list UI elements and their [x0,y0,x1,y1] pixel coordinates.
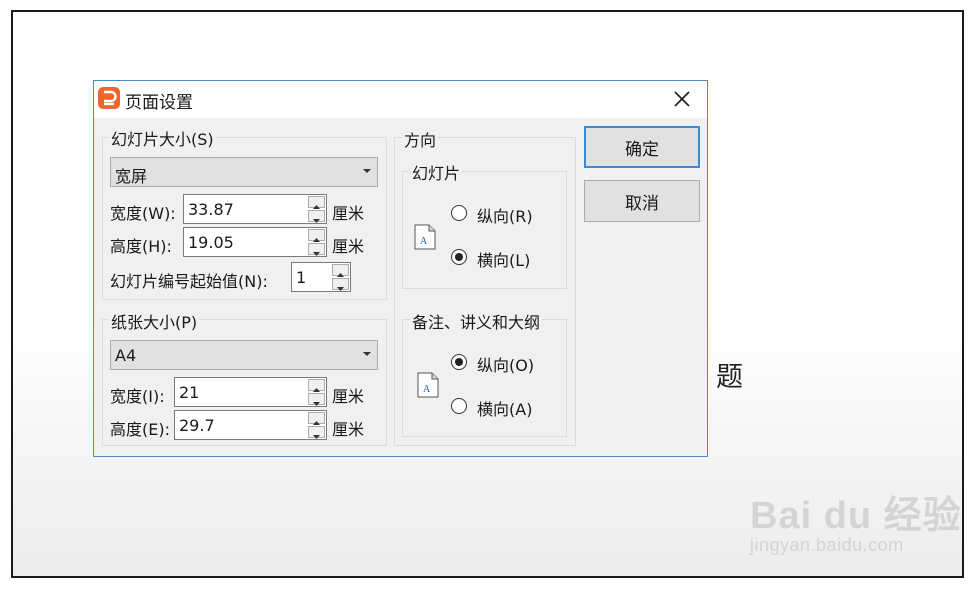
paper-size-select[interactable]: A4 [110,340,378,370]
radio-selected-dot [455,358,463,366]
paper-size-selected: A4 [115,346,137,365]
paper-width-up-button[interactable] [308,379,325,392]
slides-portrait-radio[interactable] [451,205,467,221]
slide-height-label: 高度(H): [110,237,172,256]
slide-number-start-input[interactable] [292,263,332,291]
close-button[interactable] [670,87,694,111]
slide-size-selected: 宽屏 [115,167,148,186]
watermark: Bai du 经验 jingyan.baidu.com [750,484,962,556]
notes-landscape-radio[interactable] [451,398,467,414]
radio-selected-dot [455,253,463,261]
dialog-titlebar[interactable]: 页面设置 [94,81,707,118]
paper-width-input[interactable] [175,378,308,406]
paper-width-label: 宽度(I): [110,387,165,406]
spin-down-icon [313,252,320,256]
slide-width-input[interactable] [184,195,308,223]
slide-height-unit: 厘米 [332,237,365,256]
slide-width-up-button[interactable] [308,196,325,209]
paper-height-unit: 厘米 [332,420,365,439]
cancel-button[interactable]: 取消 [584,180,700,222]
watermark-logo: Bai du 经验 [750,484,962,539]
ok-button[interactable]: 确定 [584,126,700,168]
slide-number-start-stepper[interactable] [291,262,351,292]
paper-width-unit: 厘米 [332,387,365,406]
orientation-group-label: 方向 [402,127,439,151]
watermark-logo-text: Bai du 经验 [750,495,962,537]
slide-width-down-button[interactable] [308,210,325,223]
paper-width-down-button[interactable] [308,393,325,406]
slides-portrait-label: 纵向(R) [477,207,533,226]
slides-orientation-label: 幻灯片 [410,160,463,184]
slide-size-group-label: 幻灯片大小(S) [109,126,216,150]
notes-portrait-label: 纵向(O) [477,356,535,375]
close-icon [674,91,690,107]
app-icon [98,87,120,109]
page-icon-letter: A [420,236,428,247]
slide-width-stepper[interactable] [183,194,327,224]
paper-height-down-button[interactable] [308,426,325,439]
slide-height-stepper[interactable] [183,227,327,257]
spin-down-icon [313,219,320,223]
dropdown-arrow-icon [363,352,371,356]
notes-landscape-label: 横向(A) [477,400,533,419]
spin-down-icon [337,287,344,291]
page-landscape-icon: A [414,224,436,250]
page-portrait-icon: A [417,372,439,398]
slide-number-start-label: 幻灯片编号起始值(N): [110,272,268,291]
slide-size-select[interactable]: 宽屏 [110,157,378,187]
paper-height-stepper[interactable] [174,410,327,440]
notes-orientation-label: 备注、讲义和大纲 [410,309,543,333]
spin-down-icon [313,435,320,439]
notes-portrait-radio[interactable] [451,354,467,370]
dropdown-arrow-icon [363,169,371,173]
dialog-title: 页面设置 [125,93,193,113]
slide-number-up-button[interactable] [332,264,349,277]
slide-width-unit: 厘米 [332,204,365,223]
slide-number-down-button[interactable] [332,278,349,291]
page-setup-dialog: 页面设置 幻灯片大小(S) 宽屏 宽度(W): 厘米 高度(H): 厘米 幻灯片… [93,80,708,457]
slide-title-fragment: 题 [716,362,743,393]
slide-width-label: 宽度(W): [110,204,176,223]
paper-height-label: 高度(E): [110,420,170,439]
slide-height-up-button[interactable] [308,229,325,242]
paper-height-up-button[interactable] [308,412,325,425]
slide-height-down-button[interactable] [308,243,325,256]
paper-size-group-label: 纸张大小(P) [109,309,200,333]
page-icon-letter: A [423,384,431,395]
paper-height-input[interactable] [175,411,308,439]
paper-width-stepper[interactable] [174,377,327,407]
slides-landscape-radio[interactable] [451,249,467,265]
slides-landscape-label: 横向(L) [477,251,531,270]
spin-down-icon [313,402,320,406]
slide-height-input[interactable] [184,228,308,256]
